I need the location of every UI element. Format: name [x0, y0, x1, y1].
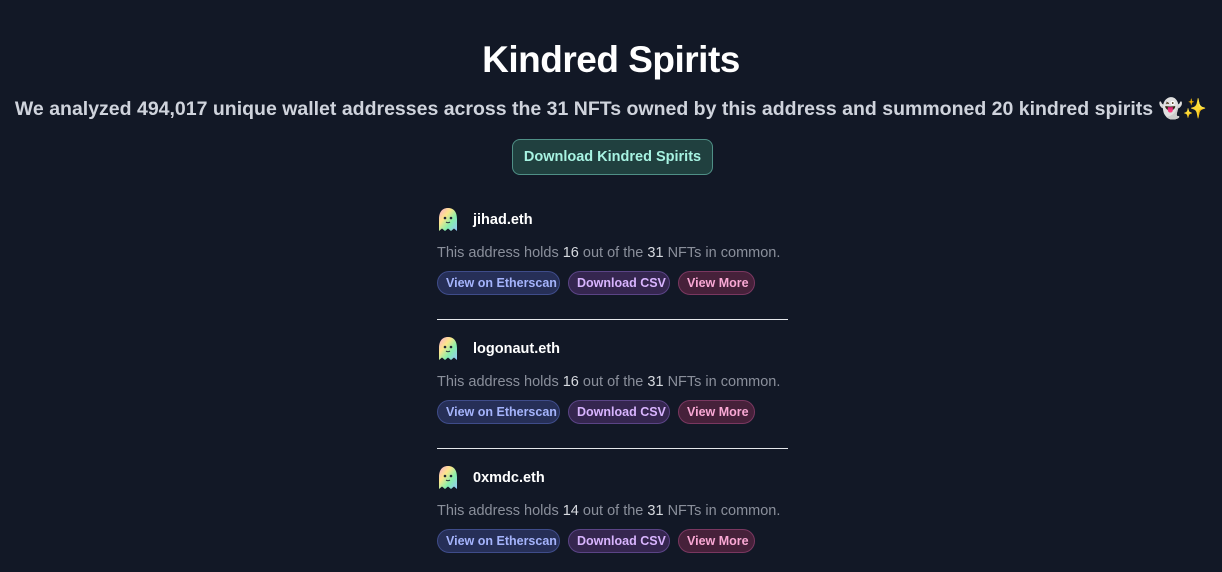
spirit-description: This address holds 14 out of the 31 NFTs…	[437, 502, 780, 520]
spirit-item: logonaut.eth This address holds 16 out o…	[437, 332, 788, 461]
view-more-button[interactable]: View More	[678, 400, 755, 424]
spirit-header: jihad.eth	[437, 207, 533, 233]
download-csv-button[interactable]: Download CSV	[568, 400, 670, 424]
download-csv-button[interactable]: Download CSV	[568, 271, 670, 295]
spirit-header: 0xmdc.eth	[437, 465, 545, 491]
view-more-button[interactable]: View More	[678, 529, 755, 553]
view-on-etherscan-button[interactable]: View on Etherscan	[437, 400, 560, 424]
spirits-list: jihad.eth This address holds 16 out of t…	[437, 203, 788, 572]
spirit-actions: View on Etherscan Download CSV View More	[437, 400, 755, 424]
spirit-item: 0xmdc.eth This address holds 14 out of t…	[437, 461, 788, 572]
spirit-header: logonaut.eth	[437, 336, 560, 362]
spirit-actions: View on Etherscan Download CSV View More	[437, 529, 755, 553]
spirit-description: This address holds 16 out of the 31 NFTs…	[437, 373, 780, 391]
divider	[437, 448, 788, 449]
desc-suffix: NFTs in common.	[667, 503, 781, 519]
spirit-item: jihad.eth This address holds 16 out of t…	[437, 203, 788, 332]
total-count: 31	[647, 245, 664, 261]
spirit-description: This address holds 16 out of the 31 NFTs…	[437, 244, 780, 262]
desc-suffix: NFTs in common.	[667, 374, 781, 390]
page: Kindred Spirits We analyzed 494,017 uniq…	[0, 0, 1222, 572]
view-more-button[interactable]: View More	[678, 271, 755, 295]
download-csv-button[interactable]: Download CSV	[568, 529, 670, 553]
desc-suffix: NFTs in common.	[667, 245, 781, 261]
desc-middle: out of the	[582, 374, 644, 390]
desc-prefix: This address holds	[437, 245, 559, 261]
spirit-actions: View on Etherscan Download CSV View More	[437, 271, 755, 295]
view-on-etherscan-button[interactable]: View on Etherscan	[437, 271, 560, 295]
held-count: 14	[562, 503, 579, 519]
spirit-name-link[interactable]: logonaut.eth	[473, 341, 560, 357]
desc-prefix: This address holds	[437, 374, 559, 390]
page-subtitle: We analyzed 494,017 unique wallet addres…	[14, 98, 1208, 120]
ghost-icon	[439, 337, 457, 360]
held-count: 16	[562, 245, 579, 261]
desc-prefix: This address holds	[437, 503, 559, 519]
download-kindred-spirits-button[interactable]: Download Kindred Spirits	[512, 139, 713, 175]
desc-middle: out of the	[582, 503, 644, 519]
page-title: Kindred Spirits	[482, 39, 740, 80]
ghost-icon	[439, 466, 457, 489]
desc-middle: out of the	[582, 245, 644, 261]
total-count: 31	[647, 503, 664, 519]
spirit-name-link[interactable]: jihad.eth	[473, 212, 533, 228]
held-count: 16	[562, 374, 579, 390]
divider	[437, 319, 788, 320]
total-count: 31	[647, 374, 664, 390]
ghost-icon	[439, 208, 457, 231]
spirit-name-link[interactable]: 0xmdc.eth	[473, 470, 545, 486]
view-on-etherscan-button[interactable]: View on Etherscan	[437, 529, 560, 553]
